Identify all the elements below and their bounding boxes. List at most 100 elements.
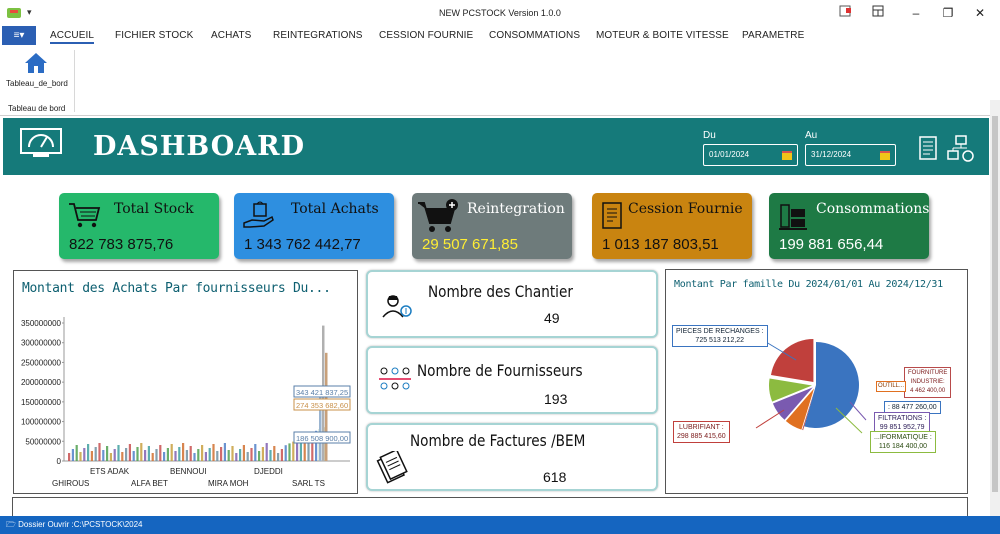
minimize-icon[interactable]: –	[906, 4, 926, 22]
card-cession-fournie[interactable]: Cession Fournie 1 013 187 803,51	[592, 193, 752, 259]
card-total-achats[interactable]: Total Achats 1 343 762 442,77	[234, 193, 394, 259]
restore-icon[interactable]: ❐	[938, 4, 958, 22]
scrollbar-thumb[interactable]	[992, 116, 998, 492]
bar	[212, 444, 215, 461]
y-tick-label: 300000000	[21, 339, 62, 348]
card-consommations[interactable]: Consommations 199 881 656,44	[769, 193, 929, 259]
bar	[178, 447, 181, 461]
svg-text:343 421 837,25: 343 421 837,25	[296, 388, 348, 397]
tab-fichier-stock[interactable]: FICHIER STOCK	[115, 30, 193, 41]
bar	[280, 449, 283, 461]
bar	[83, 448, 86, 461]
bar	[125, 448, 128, 461]
bar	[223, 443, 226, 461]
report-document-icon[interactable]	[917, 136, 939, 162]
stat-card-factures[interactable]: Nombre de Factures /BEM 618	[366, 423, 658, 491]
bar	[90, 451, 93, 461]
date-from-value: 01/01/2024	[709, 150, 750, 159]
card-reintegration[interactable]: Reintegration 29 507 671,85	[412, 193, 572, 259]
date-to-input[interactable]: 31/12/2024	[805, 144, 896, 166]
calendar-icon[interactable]	[879, 149, 891, 161]
x-tick-label: MIRA MOH	[208, 479, 249, 488]
date-to-value: 31/12/2024	[811, 150, 852, 159]
card-title: Cession Fournie	[628, 201, 743, 217]
file-menu-button[interactable]: ≡▾	[2, 26, 36, 45]
warehouse-pallet-icon	[779, 204, 807, 230]
bar	[113, 449, 116, 461]
card-total-stock[interactable]: Total Stock 822 783 875,76	[59, 193, 219, 259]
folder-icon: 🗁	[6, 520, 16, 529]
x-tick-label: DJEDDI	[254, 467, 283, 476]
bar	[87, 444, 90, 461]
dashboard-monitor-icon	[20, 128, 62, 157]
close-icon[interactable]: ✕	[970, 4, 990, 22]
calendar-icon[interactable]	[781, 149, 793, 161]
tab-parametre[interactable]: PARAMETRE	[742, 30, 804, 41]
shopping-bag-hand-icon	[243, 201, 274, 228]
stat-card-fournisseurs[interactable]: Nombre de Fournisseurs 193	[366, 346, 658, 414]
vertical-scrollbar[interactable]	[990, 100, 1000, 516]
pie-slice	[770, 338, 814, 382]
stat-card-chantier[interactable]: Nombre des Chantier 49	[366, 270, 658, 338]
bar	[242, 445, 245, 461]
card-title: Total Stock	[114, 201, 194, 217]
tab-achats[interactable]: ACHATS	[211, 30, 251, 41]
bar	[128, 444, 131, 461]
status-text: Dossier Ouvrir :C:\PCSTOCK\2024	[18, 520, 143, 529]
bar	[193, 453, 196, 461]
bar	[71, 449, 74, 461]
tab-accueil[interactable]: ACCUEIL	[50, 30, 95, 44]
pie-label-fourniture: FOURNITURE INDUSTRIE: 4 462 400,00	[904, 367, 952, 398]
pie-label-lubrifiant: LUBRIFIANT : 298 885 415,60	[673, 421, 730, 443]
bar	[140, 443, 143, 461]
date-to-label: Au	[805, 130, 818, 141]
bar	[197, 449, 200, 461]
tab-consommations[interactable]: CONSOMMATIONS	[489, 30, 580, 41]
card-title: Reintegration	[467, 201, 565, 217]
bar	[68, 453, 71, 461]
tab-reintegrations[interactable]: REINTEGRATIONS	[273, 30, 363, 41]
bar	[216, 451, 219, 461]
bar	[277, 453, 280, 461]
bar	[231, 446, 234, 461]
y-tick-label: 0	[57, 457, 62, 466]
ribbon-display-icon[interactable]	[868, 4, 888, 22]
bar	[155, 449, 158, 461]
bar	[284, 445, 287, 461]
tab-cession-fournie[interactable]: CESSION FOURNIE	[379, 30, 473, 41]
cart-add-icon	[418, 199, 458, 232]
bar	[147, 446, 150, 461]
x-tick-label: SARL TS	[292, 479, 325, 488]
bar-value-label: 274 353 682,60	[293, 398, 351, 411]
cart-icon	[69, 203, 101, 228]
bar	[254, 444, 257, 461]
bar	[250, 448, 253, 461]
title-bar: ▾ NEW PCSTOCK Version 1.0.0 – ❐ ✕	[0, 0, 1000, 26]
app-options-icon[interactable]	[836, 4, 856, 22]
dashboard-content: DASHBOARD Du 01/01/2024 Au 31/12/2024 To…	[0, 117, 990, 516]
tab-moteur-boite-vitesse[interactable]: MOTEUR & BOITE VITESSE	[596, 30, 729, 41]
x-tick-label: GHIROUS	[52, 479, 89, 488]
y-tick-label: 200000000	[21, 378, 62, 387]
bar	[106, 446, 109, 461]
date-from-input[interactable]: 01/01/2024	[703, 144, 798, 166]
bar	[121, 452, 124, 461]
bar	[246, 452, 249, 461]
ribbon-separator	[74, 50, 75, 112]
bar	[117, 445, 120, 461]
card-value: 1 013 187 803,51	[602, 236, 719, 253]
bar	[94, 447, 97, 461]
bar-outlier	[319, 387, 322, 461]
pie-label-outillage: OUTILL...	[876, 381, 907, 392]
bar	[151, 453, 154, 461]
y-tick-label: 250000000	[21, 358, 62, 367]
network-settings-icon[interactable]	[947, 135, 975, 163]
achats-bar-chart: 350000000 300000000 250000000 200000000 1500…	[21, 317, 351, 488]
y-tick-label: 100000000	[21, 418, 62, 427]
y-tick-label: 350000000	[21, 319, 62, 328]
bar	[265, 443, 268, 461]
bar	[185, 450, 188, 461]
dashboard-title: DASHBOARD	[93, 131, 306, 162]
bar	[174, 451, 177, 461]
y-tick-label: 50000000	[25, 437, 61, 446]
